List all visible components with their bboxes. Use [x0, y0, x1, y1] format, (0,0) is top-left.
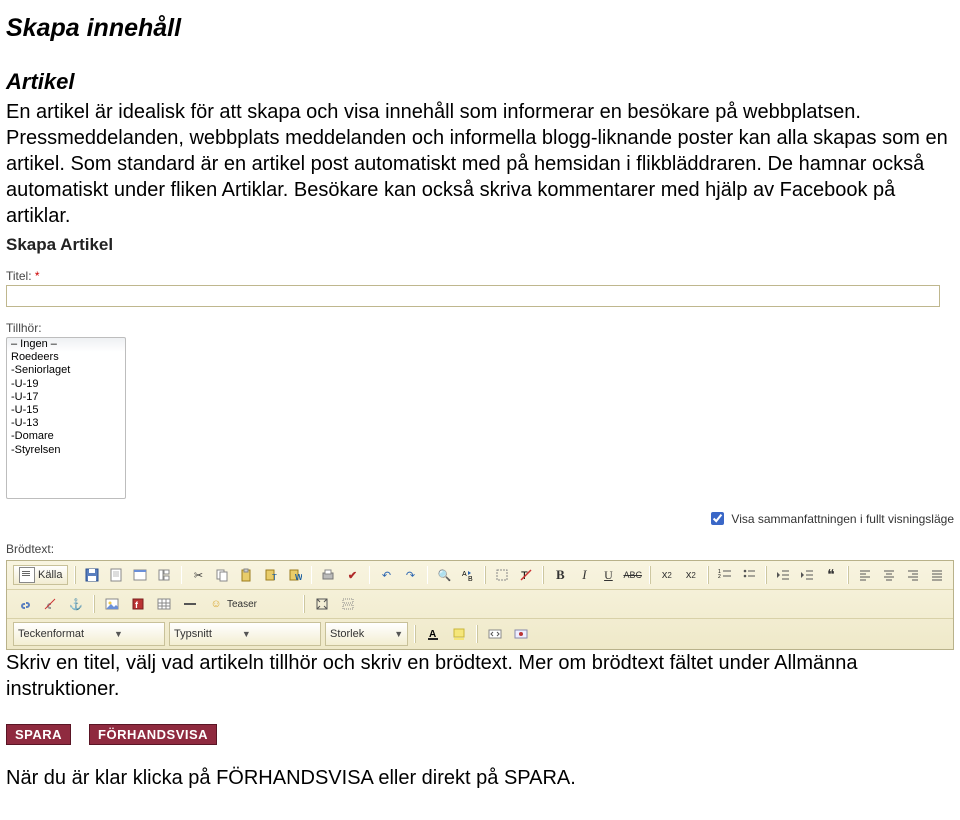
textcolor-icon[interactable]: A — [422, 623, 444, 645]
bold-icon[interactable]: B — [550, 564, 570, 586]
underline-icon[interactable]: U — [598, 564, 618, 586]
subscript-icon[interactable]: x2 — [657, 564, 677, 586]
svg-text:W: W — [295, 573, 302, 582]
cut-icon[interactable]: ✂ — [188, 564, 208, 586]
bulletlist-icon[interactable] — [739, 564, 759, 586]
tillhor-label: Tillhör: — [6, 321, 954, 335]
svg-text:2: 2 — [718, 574, 721, 580]
save-icon[interactable] — [82, 564, 102, 586]
tillhor-option[interactable]: -U-13 — [7, 417, 125, 430]
section-title: Artikel — [6, 69, 954, 95]
align-justify-icon[interactable] — [927, 564, 947, 586]
indent-icon[interactable] — [797, 564, 817, 586]
format-select[interactable]: Teckenformat▼ — [13, 622, 165, 646]
editor-toolbar: Källa ✂ T W ✔ ↶ ↷ 🔍 AB T B — [6, 560, 954, 650]
bgcolor-icon[interactable] — [448, 623, 470, 645]
svg-text:B: B — [468, 576, 473, 582]
paste-icon[interactable] — [236, 564, 256, 586]
tillhor-option[interactable]: -Styrelsen — [7, 444, 125, 457]
tillhor-option[interactable]: Roedeers — [7, 351, 125, 364]
numberlist-icon[interactable]: 12 — [715, 564, 735, 586]
tillhor-option[interactable]: -U-19 — [7, 378, 125, 391]
tillhor-listbox[interactable]: – Ingen –Roedeers-Seniorlaget-U-19-U-17-… — [6, 337, 126, 499]
summary-checkbox[interactable] — [711, 512, 724, 525]
unlink-icon[interactable] — [39, 593, 61, 615]
undo-icon[interactable]: ↶ — [376, 564, 396, 586]
action-buttons: SPARA FÖRHANDSVISA — [6, 724, 954, 745]
tillhor-option[interactable]: -Seniorlaget — [7, 364, 125, 377]
superscript-icon[interactable]: x2 — [681, 564, 701, 586]
save-button[interactable]: SPARA — [6, 724, 71, 745]
size-select[interactable]: Storlek▼ — [325, 622, 408, 646]
create-article-form: Skapa Artikel Titel: * Tillhör: – Ingen … — [6, 235, 954, 650]
image-icon[interactable] — [101, 593, 123, 615]
table-icon[interactable] — [153, 593, 175, 615]
required-star: * — [35, 269, 40, 283]
form-title: Skapa Artikel — [6, 235, 954, 255]
tillhor-option[interactable]: -U-15 — [7, 404, 125, 417]
preview-icon[interactable] — [130, 564, 150, 586]
redo-icon[interactable]: ↷ — [400, 564, 420, 586]
italic-icon[interactable]: I — [574, 564, 594, 586]
newpage-icon[interactable] — [106, 564, 126, 586]
hr-icon[interactable] — [179, 593, 201, 615]
smiley-icon[interactable]: ☺ — [205, 593, 227, 615]
templates-icon[interactable] — [154, 564, 174, 586]
anchor-icon[interactable]: ⚓ — [65, 593, 87, 615]
paste-word-icon[interactable]: W — [285, 564, 305, 586]
align-right-icon[interactable] — [903, 564, 923, 586]
spellcheck-icon[interactable]: ✔ — [343, 564, 363, 586]
svg-text:T: T — [272, 573, 277, 582]
align-center-icon[interactable] — [879, 564, 899, 586]
source-button[interactable]: Källa — [13, 565, 68, 585]
teaser-icon[interactable]: Teaser — [231, 593, 253, 615]
removeformat-icon[interactable]: T — [516, 564, 536, 586]
tillhor-option[interactable]: -Domare — [7, 430, 125, 443]
summary-checkbox-label[interactable]: Visa sammanfattningen i fullt visningslä… — [707, 509, 954, 528]
tillhor-option[interactable]: -U-17 — [7, 391, 125, 404]
source-icon — [19, 567, 35, 583]
svg-text:A: A — [462, 571, 467, 578]
find-icon[interactable]: 🔍 — [434, 564, 454, 586]
instructions: Skriv en titel, välj vad artikeln tillhö… — [6, 650, 954, 702]
intro-paragraph: En artikel är idealisk för att skapa och… — [6, 99, 954, 229]
brodtext-label: Brödtext: — [6, 542, 954, 556]
maximize-icon[interactable] — [311, 593, 333, 615]
outdent-icon[interactable] — [773, 564, 793, 586]
preview-button[interactable]: FÖRHANDSVISA — [89, 724, 217, 745]
showblocks-icon[interactable] — [337, 593, 359, 615]
paste-text-icon[interactable]: T — [261, 564, 281, 586]
embed2-icon[interactable] — [510, 623, 532, 645]
closing-note: När du är klar klicka på FÖRHANDSVISA el… — [6, 767, 954, 790]
strike-icon[interactable]: ABC — [622, 564, 643, 586]
flash-icon[interactable]: f — [127, 593, 149, 615]
blockquote-icon[interactable]: ❝ — [821, 564, 841, 586]
copy-icon[interactable] — [212, 564, 232, 586]
font-select[interactable]: Typsnitt▼ — [169, 622, 321, 646]
tillhor-option[interactable]: – Ingen – — [7, 338, 125, 351]
titel-label: Titel: * — [6, 269, 954, 283]
embed-icon[interactable] — [484, 623, 506, 645]
replace-icon[interactable]: AB — [458, 564, 478, 586]
print-icon[interactable] — [318, 564, 338, 586]
titel-input[interactable] — [6, 285, 940, 307]
selectall-icon[interactable] — [492, 564, 512, 586]
link-icon[interactable] — [13, 593, 35, 615]
align-left-icon[interactable] — [855, 564, 875, 586]
page-title: Skapa innehåll — [6, 14, 954, 43]
